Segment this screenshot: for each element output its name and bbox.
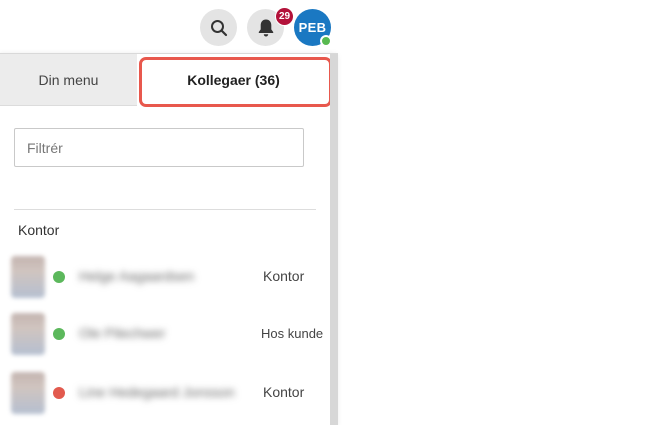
search-button[interactable] — [200, 9, 237, 46]
avatar — [11, 372, 45, 414]
list-item[interactable]: Ole Pilechwer Hos kunde — [0, 311, 330, 357]
tab-kollegaer[interactable]: Kollegaer (36) — [137, 54, 330, 106]
user-initials: PEB — [298, 20, 327, 35]
colleagues-panel: Din menu Kollegaer (36) Kontor Helge Aag… — [0, 53, 338, 425]
status-dot — [53, 328, 65, 340]
tab-din-menu[interactable]: Din menu — [0, 54, 137, 106]
avatar — [11, 313, 45, 355]
person-name: Ole Pilechwer — [79, 325, 166, 341]
notifications-button[interactable]: 29 — [247, 7, 295, 46]
person-name: Helge Aagaardsen — [79, 268, 195, 284]
search-icon — [210, 19, 227, 36]
panel-scrollbar[interactable] — [330, 54, 338, 425]
filter-input[interactable] — [14, 128, 304, 167]
presence-online-dot — [320, 35, 332, 47]
status-dot — [53, 271, 65, 283]
user-avatar-button[interactable]: PEB — [294, 9, 332, 47]
bell-icon — [258, 19, 273, 36]
person-name: Line Hedegaard Jonsson — [79, 384, 235, 400]
notification-count-badge: 29 — [275, 7, 295, 26]
person-location: Kontor — [263, 384, 305, 400]
divider — [14, 209, 316, 210]
panel-tabs: Din menu Kollegaer (36) — [0, 54, 330, 106]
status-dot — [53, 387, 65, 399]
avatar — [11, 256, 45, 298]
person-location: Kontor — [263, 268, 305, 284]
list-item[interactable]: Helge Aagaardsen Kontor — [0, 254, 330, 300]
group-title: Kontor — [18, 222, 60, 238]
person-location: Hos kunde — [261, 326, 324, 341]
list-item[interactable]: Line Hedegaard Jonsson Kontor — [0, 370, 330, 416]
